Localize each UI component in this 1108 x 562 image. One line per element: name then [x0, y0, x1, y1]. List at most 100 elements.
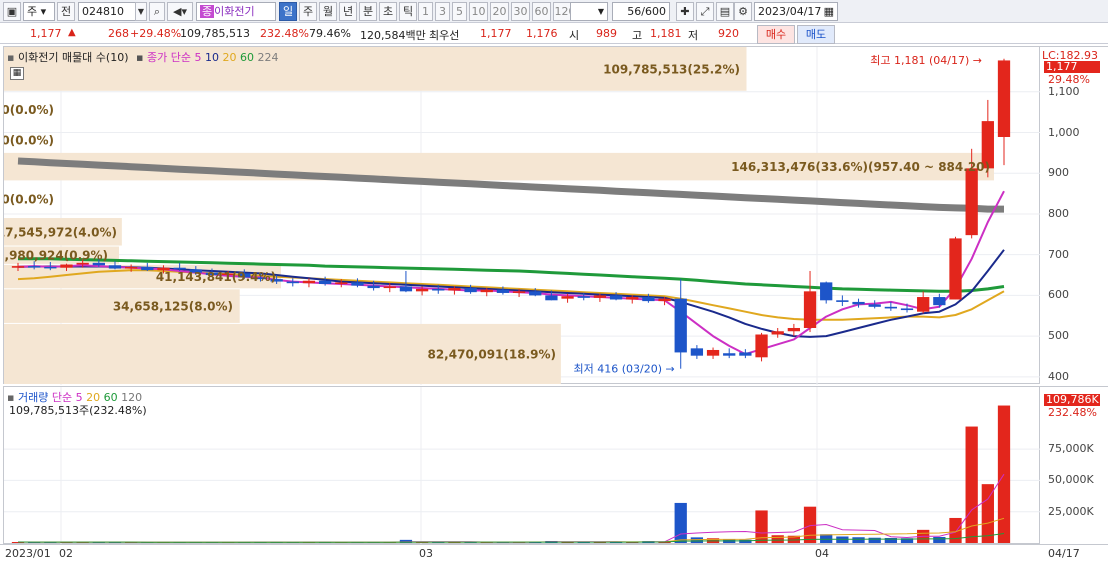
volume-tick: 50,000K — [1048, 473, 1094, 487]
period-tab-1[interactable]: 주 — [299, 2, 317, 21]
interval-tab-60[interactable]: 60 — [532, 2, 551, 21]
date-value: 2023/04/17 — [758, 5, 822, 18]
profile-label: 0(0.0%) — [4, 134, 54, 148]
save-icon[interactable]: ▤ — [716, 2, 734, 21]
interval-select[interactable]: ▼ — [570, 2, 608, 21]
candle — [868, 300, 881, 309]
volume-bars — [11, 405, 1011, 543]
mode-select[interactable]: 주 ▾ — [23, 2, 55, 21]
candle-body — [739, 352, 752, 356]
candle-body — [787, 327, 801, 332]
speaker-icon[interactable]: ◀▾ — [167, 2, 193, 21]
interval-tab-20[interactable]: 20 — [490, 2, 509, 21]
legend-ma10: 10 — [204, 51, 219, 64]
buy-button[interactable]: 매수 — [757, 25, 795, 44]
profile-label: 146,313,476(33.6%)(957.40 ~ 884.20) — [731, 160, 990, 174]
price-axis: LC:182.93 1,177 29.48% 1,100 1,000 900 800 7… — [1040, 46, 1108, 384]
price-tick: 400 — [1048, 369, 1069, 383]
volume-grid — [4, 387, 1041, 545]
candle-body — [868, 304, 881, 307]
candle-body — [884, 306, 897, 309]
gear-icon[interactable]: ⚙ — [734, 2, 752, 21]
volume-profile — [4, 47, 994, 384]
candle-body — [44, 266, 57, 269]
candle-body — [529, 291, 542, 296]
candle-body — [512, 291, 526, 293]
period-tab-5[interactable]: 초 — [379, 2, 397, 21]
price-tick: 500 — [1048, 329, 1069, 343]
interval-tab-10[interactable]: 10 — [469, 2, 488, 21]
volume-bar — [933, 536, 946, 543]
period-tab-4[interactable]: 분 — [359, 2, 377, 21]
volume-chart-panel[interactable]: ▪ 거래량 단순 5 20 60 120 109,785,513주(232.48… — [3, 386, 1041, 545]
candle-body — [836, 300, 849, 302]
period-tab-6[interactable]: 틱 — [399, 2, 417, 21]
prev-button[interactable]: 전 — [57, 2, 75, 21]
volume-tick: 75,000K — [1048, 442, 1094, 456]
candle-body — [28, 266, 41, 268]
candle-body — [60, 264, 73, 268]
x-label-end: 04/17 — [1048, 547, 1080, 560]
candle-body — [448, 288, 461, 291]
candle — [997, 58, 1011, 166]
candle-body — [852, 301, 865, 305]
stock-name-field[interactable]: 종 이화전기 — [196, 2, 276, 21]
candle-body — [335, 282, 348, 285]
priority-label: 최우선 — [429, 29, 460, 42]
period-tab-2[interactable]: 월 — [319, 2, 337, 21]
price-tick: 1,000 — [1048, 125, 1080, 139]
search-icon[interactable]: ⌕ — [149, 2, 165, 21]
price-tick: 900 — [1048, 166, 1069, 180]
count-input[interactable]: 56/600 — [612, 2, 670, 21]
candle-body — [399, 286, 413, 292]
line-tool-icon[interactable]: ⤢ — [696, 2, 714, 21]
chevron-down-icon: ▼ — [597, 7, 604, 16]
profile-label: 82,470,091(18.9%) — [427, 347, 556, 361]
date-input[interactable]: 2023/04/17 ▦ — [754, 2, 838, 21]
stock-name-value: 이화전기 — [214, 5, 255, 18]
profile-label: 109,785,513(25.2%) — [603, 62, 740, 76]
candle-body — [949, 238, 962, 300]
chart-toolbar: ▣ 주 ▾ 전 024810 ▼ ⌕ ◀▾ 종 이화전기 일주월년분초틱 1351… — [0, 0, 1108, 23]
candle-body — [609, 295, 623, 300]
up-triangle-icon: ▲ — [68, 27, 76, 38]
candle-body — [496, 289, 510, 293]
candle-body — [76, 262, 89, 265]
price-tick: 600 — [1048, 288, 1069, 302]
ma-label: 종가 단순 — [146, 51, 191, 64]
candle-body — [642, 297, 655, 302]
candle-body — [771, 331, 784, 335]
candle-body — [917, 297, 930, 312]
x-label-mar: 03 — [419, 547, 433, 560]
legend-toggle-icon[interactable]: ▪ — [7, 51, 14, 64]
candle-body — [432, 288, 445, 291]
volume-bar — [674, 502, 687, 543]
count-total: /600 — [641, 5, 666, 18]
candle-body — [464, 288, 477, 293]
open-label: 시 — [569, 29, 580, 42]
legend-ma224: 224 — [257, 51, 279, 64]
crosshair-icon[interactable]: ✚ — [676, 2, 694, 21]
volume-bar — [836, 536, 849, 543]
interval-tab-30[interactable]: 30 — [511, 2, 530, 21]
price-chart-panel[interactable]: 109,785,513(25.2%) 0(0.0%) 0(0.0%) 146,313,… — [0, 46, 1041, 385]
sell-button[interactable]: 매도 — [797, 25, 835, 44]
layout-icon[interactable]: ▣ — [3, 2, 21, 21]
grid-toggle-icon[interactable]: ▦ — [10, 67, 24, 80]
candle-body — [318, 280, 332, 285]
legend-separator-icon: ▪ — [136, 51, 144, 64]
volume-bar — [820, 534, 833, 543]
candle-body — [706, 349, 720, 356]
count-value: 56 — [627, 5, 642, 18]
interval-tab-1[interactable]: 1 — [418, 2, 433, 21]
interval-tab-3[interactable]: 3 — [435, 2, 450, 21]
candle-body — [577, 296, 590, 298]
current-price: 1,177 — [30, 27, 62, 40]
volume-value: 109,785,513 — [180, 27, 250, 40]
stock-code-dropdown-icon[interactable]: ▼ — [135, 2, 147, 21]
high-price: 1,181 — [650, 27, 682, 40]
period-tab-0[interactable]: 일 — [279, 2, 297, 21]
interval-tab-5[interactable]: 5 — [452, 2, 467, 21]
x-label-jan: 2023/01 — [5, 547, 51, 560]
period-tab-3[interactable]: 년 — [339, 2, 357, 21]
